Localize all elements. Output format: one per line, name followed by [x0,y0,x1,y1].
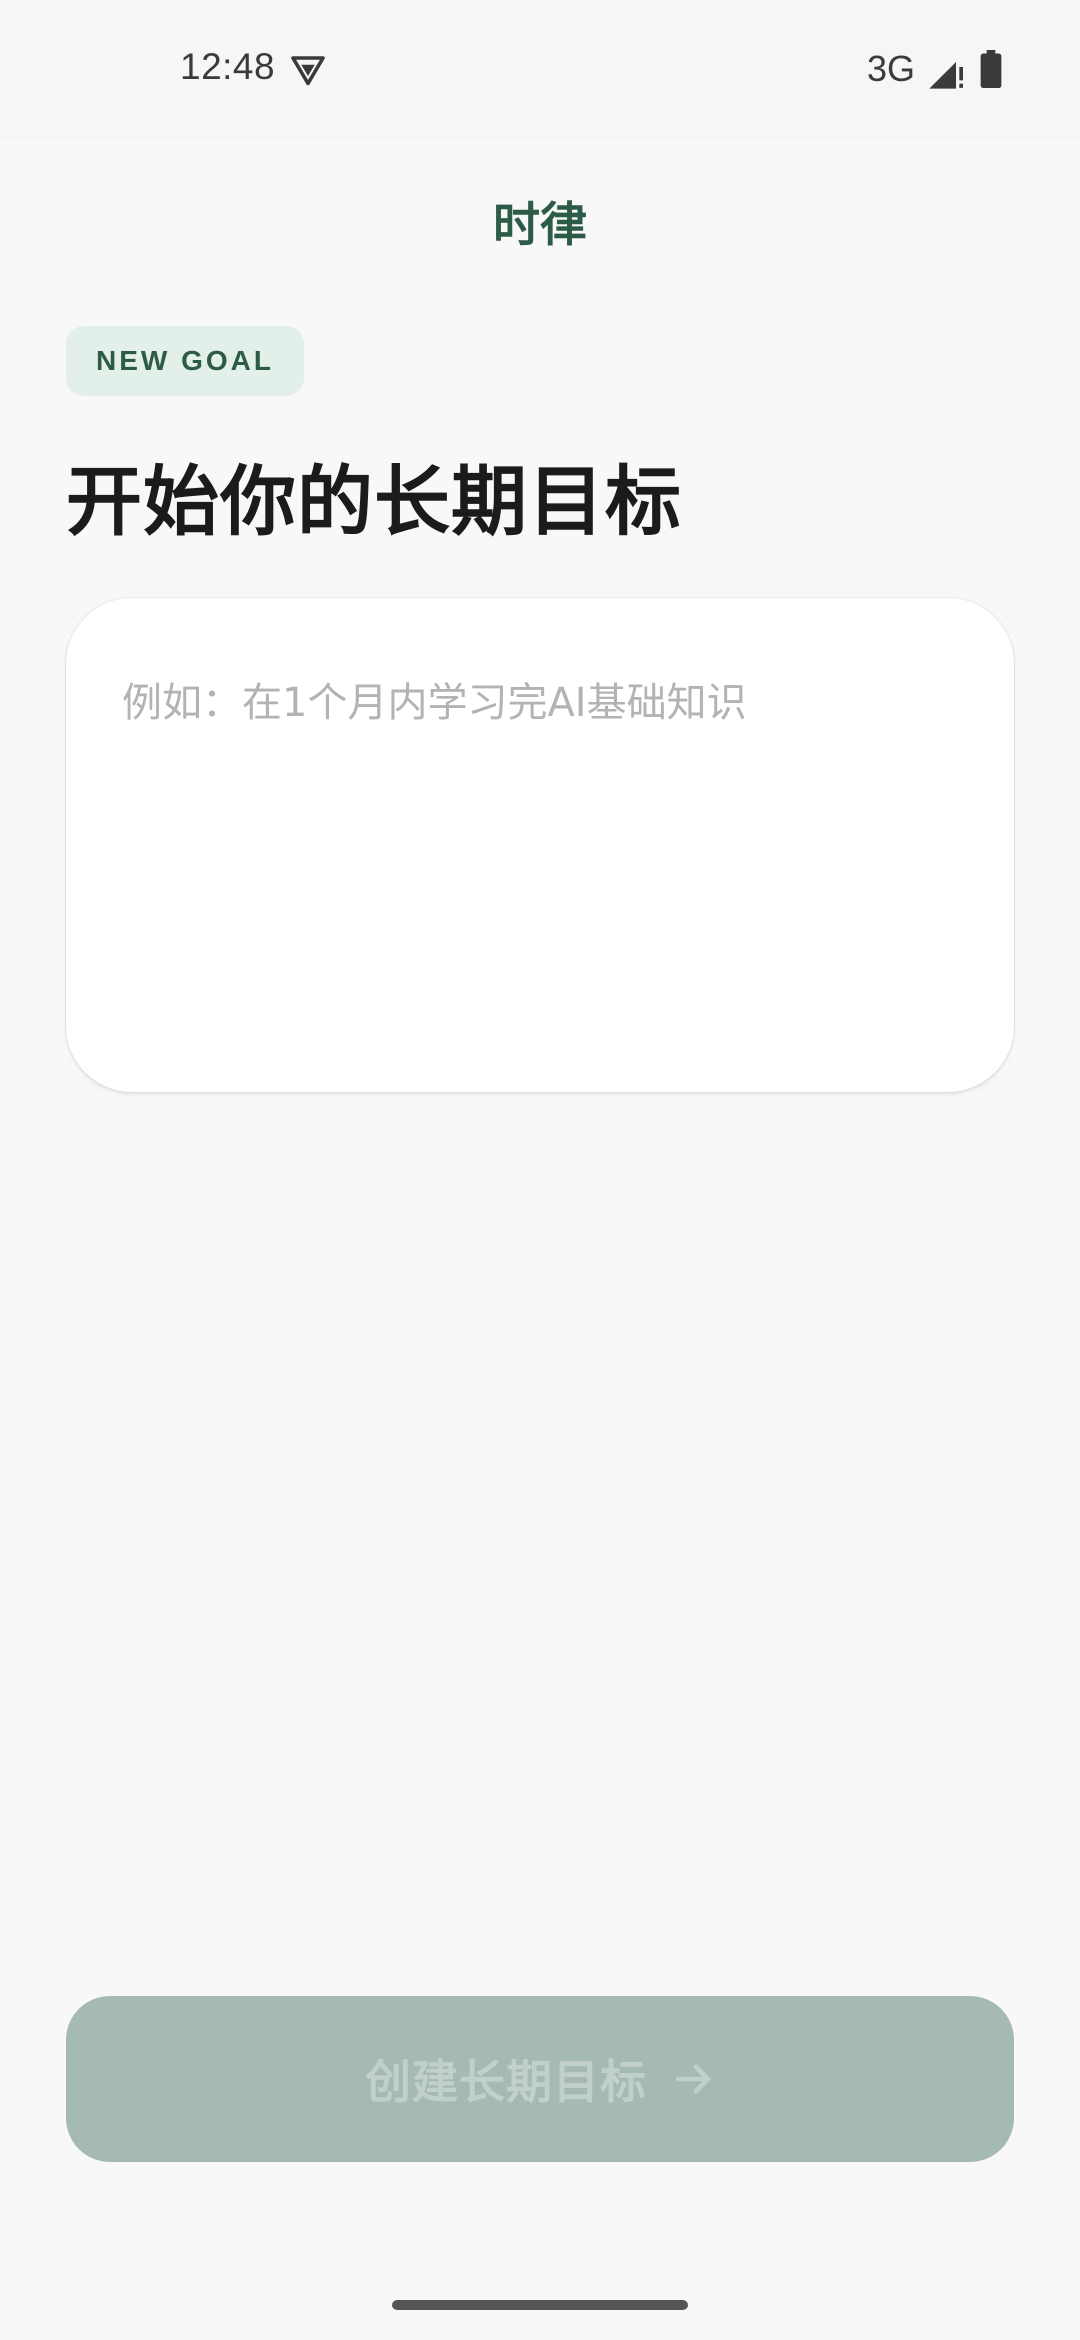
app-title: 时律 [493,198,587,253]
status-time: 12:48 [180,46,276,87]
page-heading: 开始你的长期目标 [66,457,682,546]
new-goal-badge: NEW GOAL [66,326,304,396]
home-indicator[interactable] [392,2300,688,2310]
status-bar: 12:48 3G [0,0,1080,140]
goal-input-card [66,598,1014,1092]
goal-input[interactable] [122,670,958,1050]
battery-icon [980,50,1002,88]
create-goal-button[interactable]: 创建长期目标 [66,1996,1014,2162]
signal-icon [929,62,963,89]
badge-label: NEW GOAL [96,345,274,376]
network-type: 3G [867,48,916,89]
create-button-label: 创建长期目标 [365,2055,647,2109]
vpn-icon [291,56,325,86]
arrow-right-icon [675,2064,711,2094]
